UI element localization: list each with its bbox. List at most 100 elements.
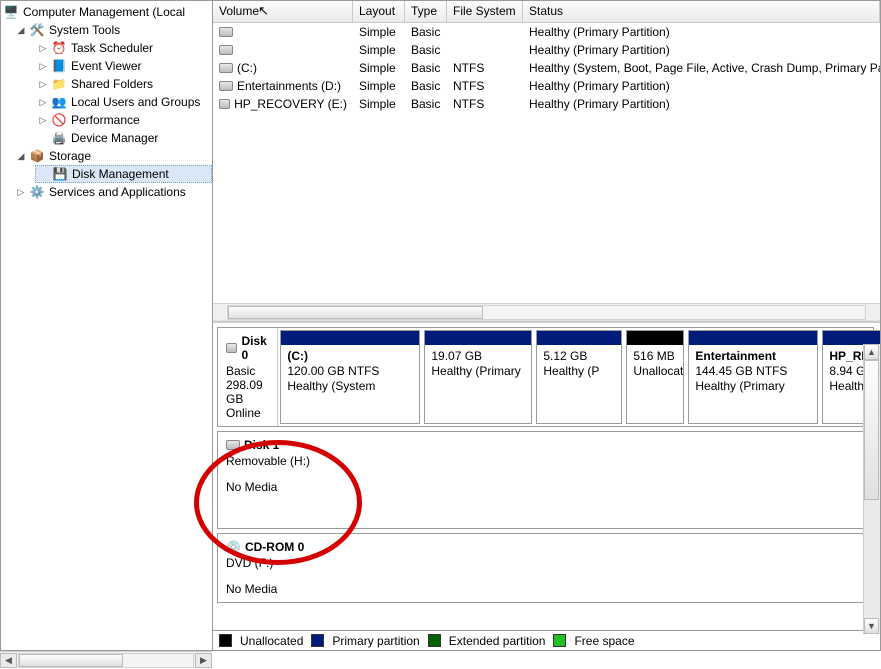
volume-fs: NTFS (447, 78, 523, 94)
volume-icon (219, 63, 233, 73)
disk-title: CD-ROM 0 (245, 540, 304, 554)
tree-device-manager[interactable]: 🖨️ Device Manager (35, 129, 212, 147)
scroll-down-icon[interactable]: ▼ (864, 618, 879, 634)
partition-bar (537, 331, 621, 345)
partition[interactable]: 19.07 GBHealthy (Primary (424, 330, 532, 424)
tree-label: Device Manager (71, 131, 158, 145)
tree-disk-management[interactable]: 💾 Disk Management (35, 165, 212, 183)
volume-type: Basic (405, 42, 447, 58)
col-volume[interactable]: Volume (213, 1, 353, 22)
sidebar-hscrollbar[interactable]: ◀ ▶ (0, 651, 212, 668)
volume-row[interactable]: HP_RECOVERY (E:)SimpleBasicNTFSHealthy (… (213, 95, 880, 113)
partition-status: Healthy (System (287, 379, 413, 394)
expander-closed-icon[interactable]: ▷ (37, 78, 49, 90)
disk-type: Removable (H:) (226, 454, 865, 468)
tree-storage[interactable]: ◢ 📦 Storage (13, 147, 212, 165)
partition[interactable]: 5.12 GBHealthy (P (536, 330, 622, 424)
partition-bar (281, 331, 419, 345)
volume-name: Entertainments (D:) (237, 79, 341, 93)
expander-closed-icon[interactable]: ▷ (37, 60, 49, 72)
disk-icon: 💾 (52, 166, 68, 182)
disk-row-1[interactable]: Disk 1 Removable (H:) No Media (217, 431, 874, 529)
partition-status: Healthy (P (543, 364, 615, 379)
disk-blank (226, 468, 865, 480)
volume-layout: Simple (353, 24, 405, 40)
tree-task-scheduler[interactable]: ▷ ⏰ Task Scheduler (35, 39, 212, 57)
volume-hscrollbar[interactable] (213, 303, 880, 320)
col-status[interactable]: Status (523, 1, 880, 22)
volume-icon (219, 45, 233, 55)
volume-row[interactable]: SimpleBasicHealthy (Primary Partition) (213, 23, 880, 41)
disk-row-0[interactable]: Disk 0 Basic 298.09 GB Online (C:)120.00… (217, 327, 874, 427)
volume-status: Healthy (Primary Partition) (523, 42, 880, 58)
tree-services-apps[interactable]: ▷ ⚙️ Services and Applications (13, 183, 212, 201)
expander-blank-icon (38, 168, 50, 180)
volume-status: Healthy (Primary Partition) (523, 78, 880, 94)
partition-name: Entertainment (695, 349, 811, 364)
disk-type: DVD (F:) (226, 556, 865, 570)
event-icon: 📘 (51, 58, 67, 74)
expander-closed-icon[interactable]: ▷ (37, 42, 49, 54)
volume-name: (C:) (237, 61, 257, 75)
tree-event-viewer[interactable]: ▷ 📘 Event Viewer (35, 57, 212, 75)
partition-size: 19.07 GB (431, 349, 525, 364)
tree-local-users[interactable]: ▷ 👥 Local Users and Groups (35, 93, 212, 111)
expander-closed-icon[interactable]: ▷ (15, 186, 27, 198)
tree-label: Computer Management (Local (23, 5, 185, 19)
volume-layout: Simple (353, 96, 405, 112)
tools-icon: 🛠️ (29, 22, 45, 38)
scroll-up-icon[interactable]: ▲ (864, 344, 879, 360)
volume-layout: Simple (353, 60, 405, 76)
volume-fs (447, 31, 523, 33)
scroll-left-icon[interactable]: ◀ (0, 653, 17, 668)
partition-status: Healthy (Primary (695, 379, 811, 394)
col-filesystem[interactable]: File System (447, 1, 523, 22)
volume-type: Basic (405, 96, 447, 112)
volume-fs: NTFS (447, 96, 523, 112)
expander-closed-icon[interactable]: ▷ (37, 114, 49, 126)
tree-label: Performance (71, 113, 140, 127)
expander-closed-icon[interactable]: ▷ (37, 96, 49, 108)
tree-label: Task Scheduler (71, 41, 153, 55)
disk-info: Disk 0 Basic 298.09 GB Online (218, 328, 278, 426)
volume-type: Basic (405, 78, 447, 94)
volume-layout: Simple (353, 42, 405, 58)
expander-open-icon[interactable]: ◢ (15, 24, 27, 36)
partition[interactable]: Entertainment144.45 GB NTFSHealthy (Prim… (688, 330, 818, 424)
volume-header-row: Volume Layout Type File System Status (213, 1, 880, 23)
tree-performance[interactable]: ▷ 🚫 Performance (35, 111, 212, 129)
device-icon: 🖨️ (51, 130, 67, 146)
col-type[interactable]: Type (405, 1, 447, 22)
disk-row-2[interactable]: 💿CD-ROM 0 DVD (F:) No Media (217, 533, 874, 603)
partition[interactable]: (C:)120.00 GB NTFSHealthy (System (280, 330, 420, 424)
partition-size: 516 MB (633, 349, 677, 364)
volume-row[interactable]: Entertainments (D:) SimpleBasicNTFSHealth… (213, 77, 880, 95)
tree-system-tools[interactable]: ◢ 🛠️ System Tools (13, 21, 212, 39)
disk-title: Disk 1 (244, 438, 279, 452)
volume-layout: Simple (353, 78, 405, 94)
tree-root-computer-management[interactable]: 🖥️ Computer Management (Local (1, 3, 212, 21)
volume-row[interactable]: (C:)SimpleBasicNTFSHealthy (System, Boot… (213, 59, 880, 77)
users-icon: 👥 (51, 94, 67, 110)
volume-status: Healthy (Primary Partition) (523, 96, 880, 112)
disk-vscrollbar[interactable]: ▲ ▼ (863, 344, 880, 634)
volume-row[interactable]: SimpleBasic Healthy (Primary Partition) (213, 41, 880, 59)
expander-open-icon[interactable]: ◢ (15, 150, 27, 162)
tree-label: System Tools (49, 23, 120, 37)
partition-size: 144.45 GB NTFS (695, 364, 811, 379)
partition-bar (627, 331, 683, 345)
volume-icon (219, 81, 233, 91)
disk-status: No Media (226, 582, 865, 596)
performance-icon: 🚫 (51, 112, 67, 128)
partition[interactable]: 516 MBUnallocated (626, 330, 684, 424)
col-layout[interactable]: Layout (353, 1, 405, 22)
tree-shared-folders[interactable]: ▷ 📁 Shared Folders (35, 75, 212, 93)
volume-status: Healthy (System, Boot, Page File, Active… (523, 60, 880, 76)
disk-info: Disk 1 Removable (H:) No Media (218, 432, 873, 528)
volume-icon (219, 99, 230, 109)
scroll-right-icon[interactable]: ▶ (195, 653, 212, 668)
disk-info: 💿CD-ROM 0 DVD (F:) No Media (218, 534, 873, 602)
partition-size: 120.00 GB NTFS (287, 364, 413, 379)
disk-graphical-pane: Disk 0 Basic 298.09 GB Online (C:)120.00… (213, 321, 880, 650)
partition-size: 5.12 GB (543, 349, 615, 364)
